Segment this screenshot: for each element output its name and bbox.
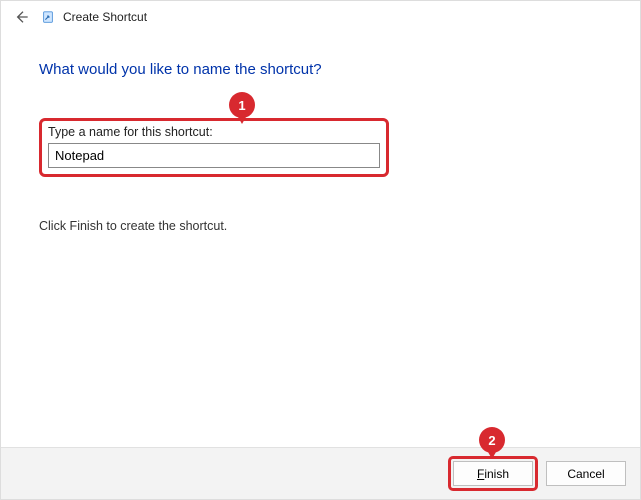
- dialog-content: What would you like to name the shortcut…: [1, 33, 640, 233]
- titlebar: Create Shortcut: [1, 1, 640, 33]
- shortcut-name-label: Type a name for this shortcut:: [48, 125, 380, 139]
- finish-button[interactable]: Finish: [453, 461, 533, 486]
- back-button[interactable]: [9, 5, 33, 29]
- name-field-group: 1 Type a name for this shortcut:: [39, 118, 389, 177]
- button-bar: 2 Finish Cancel: [1, 447, 640, 499]
- back-arrow-icon: [13, 9, 29, 25]
- annotation-step-2: 2: [479, 427, 505, 453]
- annotation-highlight-1: Type a name for this shortcut:: [39, 118, 389, 177]
- shortcut-name-input[interactable]: [48, 143, 380, 168]
- window-title: Create Shortcut: [63, 10, 147, 24]
- page-heading: What would you like to name the shortcut…: [39, 61, 602, 78]
- annotation-step-1: 1: [229, 92, 255, 118]
- annotation-highlight-2: 2 Finish: [448, 456, 538, 491]
- instruction-text: Click Finish to create the shortcut.: [39, 219, 602, 233]
- shortcut-wizard-icon: [41, 10, 55, 24]
- cancel-button[interactable]: Cancel: [546, 461, 626, 486]
